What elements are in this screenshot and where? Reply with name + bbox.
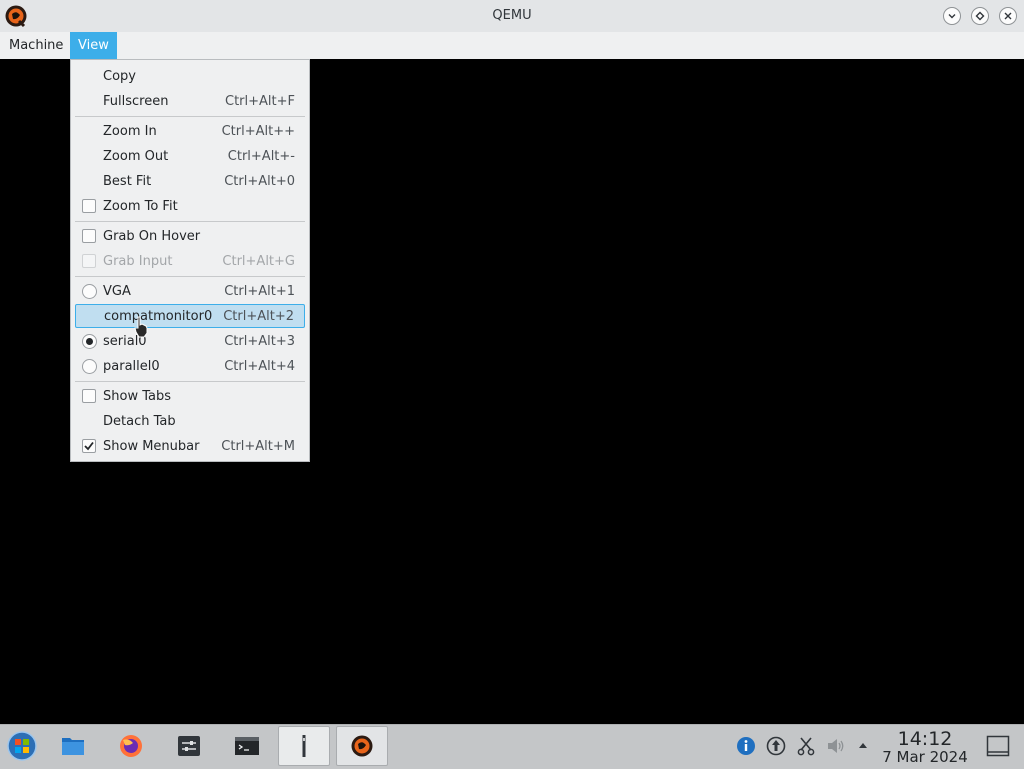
menu-item-show-menubar[interactable]: Show Menubar Ctrl+Alt+M bbox=[75, 435, 305, 459]
terminal-launcher[interactable] bbox=[221, 726, 273, 766]
menu-machine[interactable]: Machine bbox=[1, 32, 71, 59]
window-titlebar: QEMU bbox=[0, 0, 1024, 33]
show-tabs-checkbox[interactable] bbox=[82, 389, 96, 403]
info-icon bbox=[737, 737, 755, 755]
menu-item-label: Grab On Hover bbox=[103, 229, 201, 244]
maximize-button[interactable] bbox=[971, 7, 989, 25]
show-desktop-button[interactable] bbox=[986, 734, 1010, 758]
menu-item-shortcut: Ctrl+Alt+- bbox=[227, 149, 295, 164]
menu-item-best-fit[interactable]: Best Fit Ctrl+Alt+0 bbox=[75, 170, 305, 194]
menu-item-parallel0[interactable]: parallel0 Ctrl+Alt+4 bbox=[75, 355, 305, 379]
menu-item-zoom-in[interactable]: Zoom In Ctrl+Alt++ bbox=[75, 120, 305, 144]
qemu-window-icon bbox=[351, 735, 373, 757]
menu-item-shortcut: Ctrl+Alt+1 bbox=[224, 284, 295, 299]
scissors-icon bbox=[797, 737, 815, 756]
grab-on-hover-checkbox[interactable] bbox=[82, 229, 96, 243]
menu-separator bbox=[75, 116, 305, 117]
menubar: Machine View bbox=[0, 32, 1024, 59]
clipboard-tray[interactable] bbox=[796, 736, 816, 756]
info-tray[interactable] bbox=[736, 736, 756, 756]
start-menu-icon bbox=[7, 731, 37, 761]
update-icon bbox=[766, 736, 786, 756]
system-settings-icon bbox=[178, 736, 200, 756]
menu-item-shortcut: Ctrl+Alt+M bbox=[221, 439, 295, 454]
firefox-icon bbox=[120, 735, 142, 757]
window-title: QEMU bbox=[492, 8, 532, 23]
menu-item-grab-input: Grab Input Ctrl+Alt+G bbox=[75, 250, 305, 274]
menu-item-label: parallel0 bbox=[103, 359, 160, 374]
maximize-icon bbox=[975, 11, 985, 21]
menu-item-shortcut: Ctrl+Alt+F bbox=[225, 94, 295, 109]
zoom-to-fit-checkbox[interactable] bbox=[82, 199, 96, 213]
menu-separator bbox=[75, 221, 305, 222]
volume-icon bbox=[828, 739, 844, 753]
serial0-radio[interactable] bbox=[82, 334, 97, 349]
vga-radio[interactable] bbox=[82, 284, 97, 299]
qemu-disk-task[interactable] bbox=[278, 726, 330, 766]
menu-item-label: Grab Input bbox=[103, 254, 173, 269]
menu-item-detach-tab[interactable]: Detach Tab bbox=[75, 410, 305, 434]
menu-item-shortcut: Ctrl+Alt+4 bbox=[224, 359, 295, 374]
menu-item-serial0[interactable]: serial0 Ctrl+Alt+3 bbox=[75, 330, 305, 354]
close-button[interactable] bbox=[999, 7, 1017, 25]
menu-separator bbox=[75, 381, 305, 382]
show-desktop-icon bbox=[986, 735, 1010, 757]
menu-item-show-tabs[interactable]: Show Tabs bbox=[75, 385, 305, 409]
menu-item-copy[interactable]: Copy bbox=[75, 65, 305, 89]
parallel0-radio[interactable] bbox=[82, 359, 97, 374]
menu-item-label: VGA bbox=[103, 284, 131, 299]
menu-item-label: Show Tabs bbox=[103, 389, 171, 404]
menu-view[interactable]: View bbox=[70, 32, 117, 59]
menu-item-fullscreen[interactable]: Fullscreen Ctrl+Alt+F bbox=[75, 90, 305, 114]
menu-item-grab-on-hover[interactable]: Grab On Hover bbox=[75, 225, 305, 249]
view-menu-dropdown: Copy Fullscreen Ctrl+Alt+F Zoom In Ctrl+… bbox=[70, 59, 310, 462]
show-menubar-checkbox[interactable] bbox=[82, 439, 96, 453]
menu-item-label: compatmonitor0 bbox=[104, 309, 213, 324]
grab-input-checkbox bbox=[82, 254, 96, 268]
menu-item-shortcut: Ctrl+Alt++ bbox=[221, 124, 295, 139]
minimize-icon bbox=[948, 14, 956, 19]
menu-item-label: Zoom In bbox=[103, 124, 157, 139]
menu-separator bbox=[75, 276, 305, 277]
volume-tray[interactable] bbox=[826, 736, 846, 756]
menu-item-label: Fullscreen bbox=[103, 94, 169, 109]
menu-item-compatmonitor0[interactable]: compatmonitor0 Ctrl+Alt+2 bbox=[75, 304, 305, 328]
minimize-button[interactable] bbox=[943, 7, 961, 25]
menu-item-shortcut: Ctrl+Alt+0 bbox=[224, 174, 295, 189]
update-tray[interactable] bbox=[766, 736, 786, 756]
close-icon bbox=[1004, 12, 1012, 20]
file-manager-launcher[interactable] bbox=[47, 726, 99, 766]
system-settings-launcher[interactable] bbox=[163, 726, 215, 766]
menu-item-shortcut: Ctrl+Alt+2 bbox=[223, 309, 294, 324]
qemu-disk-icon bbox=[302, 735, 306, 757]
terminal-icon bbox=[235, 737, 259, 755]
tray-expand-button[interactable] bbox=[853, 736, 873, 756]
menu-item-label: Best Fit bbox=[103, 174, 152, 189]
menu-item-zoom-out[interactable]: Zoom Out Ctrl+Alt+- bbox=[75, 145, 305, 169]
clock-time[interactable]: 14:12 bbox=[880, 728, 970, 750]
qemu-window-task[interactable] bbox=[336, 726, 388, 766]
file-manager-icon bbox=[62, 738, 84, 755]
menu-item-vga[interactable]: VGA Ctrl+Alt+1 bbox=[75, 280, 305, 304]
mouse-cursor-icon bbox=[134, 316, 148, 338]
start-menu-button[interactable] bbox=[0, 726, 44, 766]
menu-item-zoom-to-fit[interactable]: Zoom To Fit bbox=[75, 195, 305, 219]
menu-item-shortcut: Ctrl+Alt+3 bbox=[224, 334, 295, 349]
menu-item-shortcut: Ctrl+Alt+G bbox=[222, 254, 295, 269]
menu-item-label: Copy bbox=[103, 69, 136, 84]
firefox-launcher[interactable] bbox=[105, 726, 157, 766]
menu-item-label: Show Menubar bbox=[103, 439, 200, 454]
check-icon bbox=[84, 441, 94, 451]
menu-item-label: Zoom Out bbox=[103, 149, 169, 164]
tray-expand-icon bbox=[859, 743, 867, 748]
menu-item-label: Zoom To Fit bbox=[103, 199, 178, 214]
menu-item-label: Detach Tab bbox=[103, 414, 176, 429]
clock-date[interactable]: 7 Mar 2024 bbox=[876, 748, 974, 766]
